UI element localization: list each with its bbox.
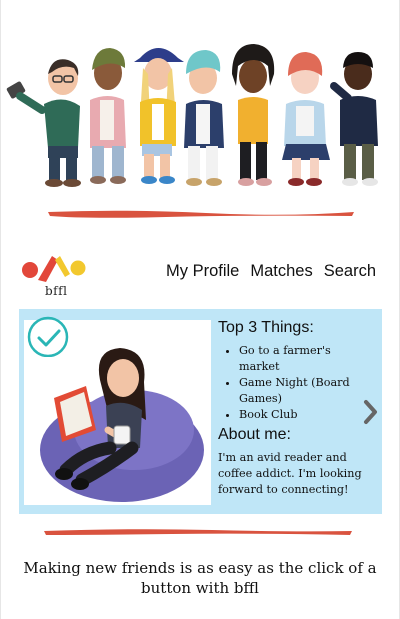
divider-brush-top (48, 210, 354, 218)
logo-wordmark: bffl (45, 284, 68, 298)
main-nav: My Profile Matches Search (155, 262, 376, 281)
avatar-6 (282, 52, 330, 186)
nav-search[interactable]: Search (324, 262, 376, 281)
check-circle-icon[interactable] (25, 311, 71, 357)
list-item: Game Night (Board Games) (239, 375, 368, 407)
tagline: Making new friends is as easy as the cli… (23, 559, 377, 597)
nav-my-profile[interactable]: My Profile (166, 262, 239, 281)
top3-list: Go to a farmer's market Game Night (Boar… (218, 343, 368, 423)
profile-card: Top 3 Things: Go to a farmer's market Ga… (19, 309, 382, 514)
avatar-5 (232, 44, 275, 186)
avatar-7 (330, 52, 378, 186)
avatar-1 (6, 59, 81, 187)
nav-matches[interactable]: Matches (250, 262, 312, 281)
list-item: Go to a farmer's market (239, 343, 368, 375)
hero-friends-illustration (0, 28, 400, 198)
list-item: Book Club (239, 407, 368, 423)
chevron-right-icon[interactable] (363, 399, 379, 425)
divider-brush-bottom (44, 529, 352, 535)
profile-info: Top 3 Things: Go to a farmer's market Ga… (218, 319, 368, 498)
avatar-3 (134, 48, 184, 184)
avatar-2 (90, 48, 126, 184)
about-text: I'm an avid reader and coffee addict. I'… (218, 451, 362, 496)
top3-heading: Top 3 Things: (218, 319, 314, 336)
avatar-4 (184, 50, 224, 186)
about-heading: About me: (218, 426, 291, 443)
